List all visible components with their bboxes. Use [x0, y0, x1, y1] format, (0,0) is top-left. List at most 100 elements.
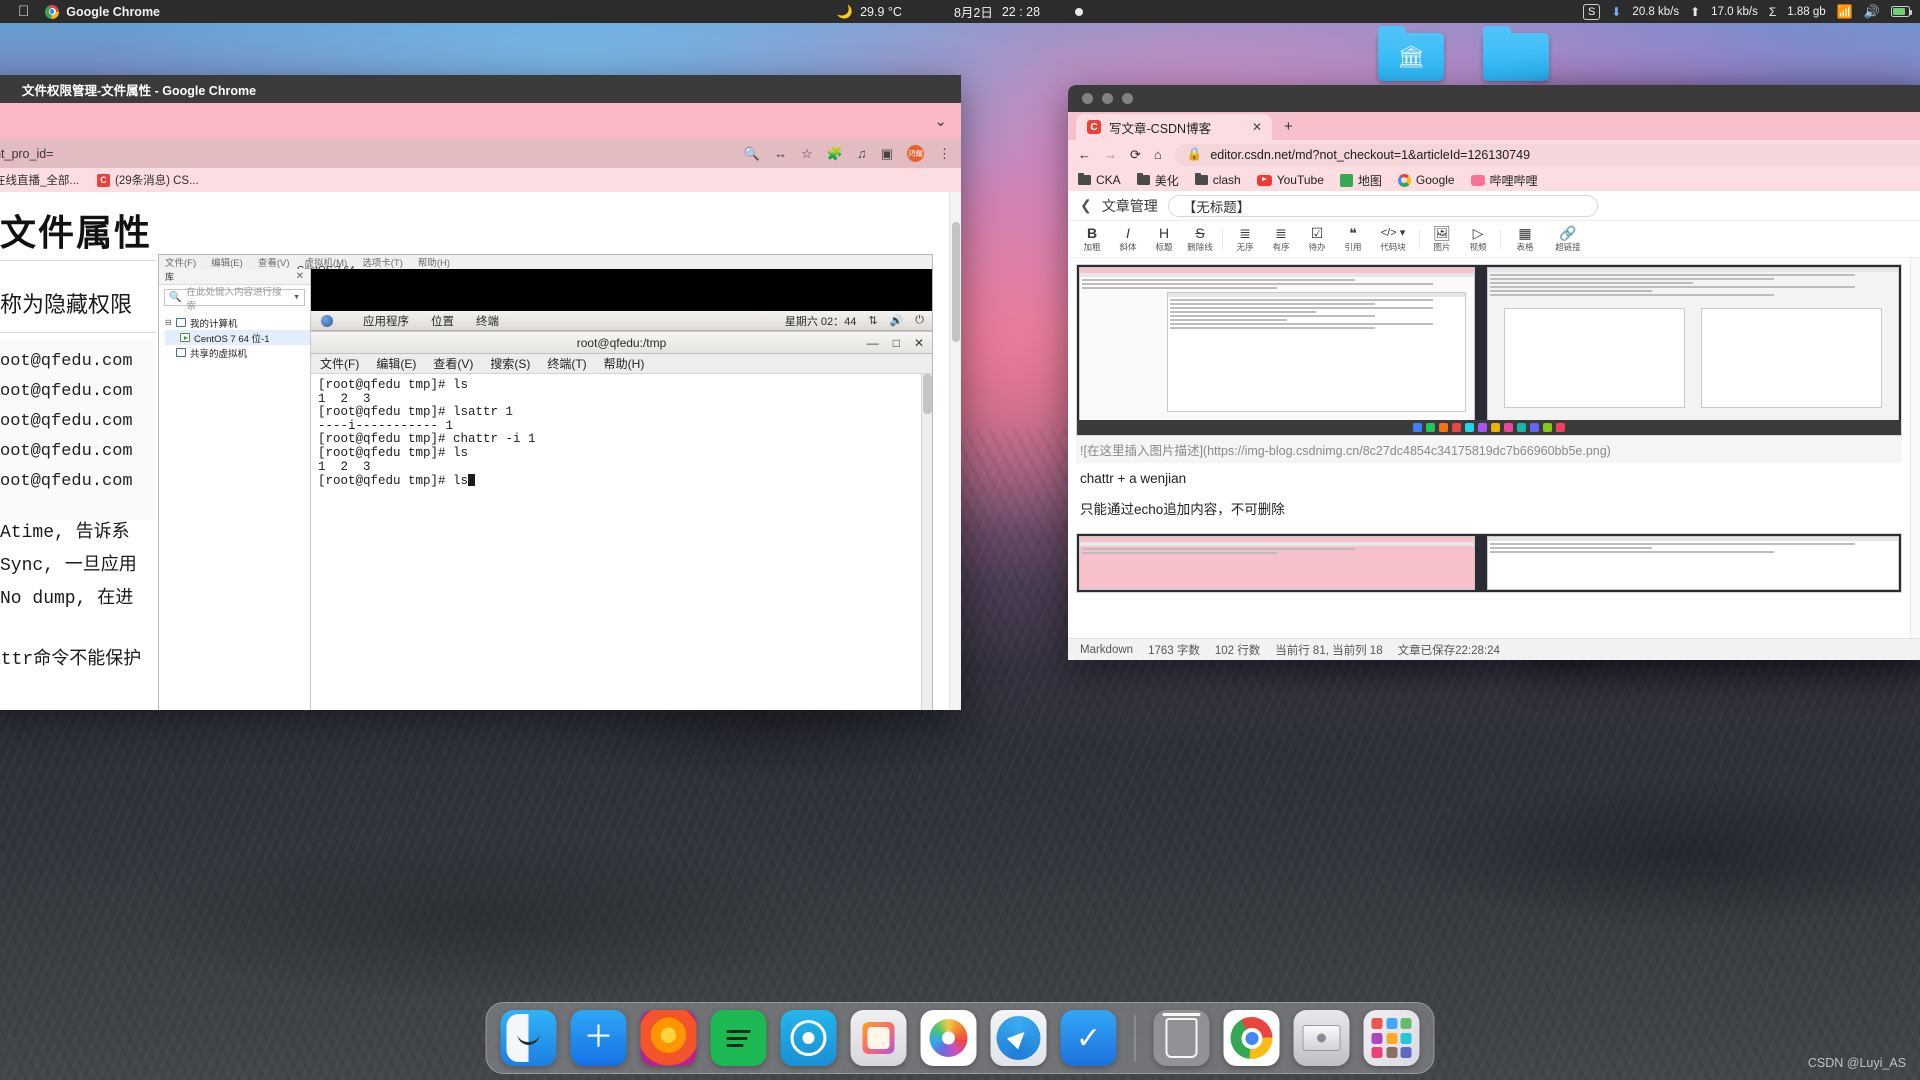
terminal-menu-edit[interactable]: 编辑(E)	[376, 355, 416, 372]
bookmark-maps[interactable]: 地图	[1339, 172, 1382, 189]
extensions-icon[interactable]: 🧩	[827, 146, 843, 162]
record-dot-icon[interactable]	[1075, 7, 1084, 16]
vmware-guest-screen[interactable]: 应用程序 位置 终端 星期六 02：44 ⇅ 🔊 ⏻ root@qfedu:/t…	[311, 269, 932, 710]
terminal-titlebar[interactable]: root@qfedu:/tmp — □ ✕	[311, 332, 932, 354]
bookmark-live[interactable]: ▶ 在线直播_全部...	[0, 172, 79, 188]
desktop-folder-bank[interactable]: 🏛	[1378, 26, 1444, 81]
toolbar-quote[interactable]: ❝ 引用	[1335, 226, 1371, 253]
dock-item-disk-utility[interactable]	[1293, 1010, 1350, 1066]
terminal-menubar[interactable]: 文件(F) 编辑(E) 查看(V) 搜索(S) 终端(T) 帮助(H)	[311, 354, 932, 374]
terminal-scrollbar[interactable]	[921, 374, 932, 710]
desktop-folder-plain[interactable]	[1483, 26, 1549, 81]
dock-item-sync[interactable]	[780, 1010, 837, 1066]
home-icon[interactable]: ⌂	[1154, 147, 1162, 162]
toolbar-unordered-list[interactable]: ≣ 无序	[1227, 226, 1263, 253]
sidepanel-icon[interactable]: ▣	[881, 146, 893, 162]
terminal-menu-file[interactable]: 文件(F)	[320, 355, 359, 372]
tab-csdn-editor[interactable]: C 写文章-CSDN博客 ✕	[1076, 114, 1272, 140]
close-icon[interactable]: ✕	[914, 336, 924, 350]
toolbar-image[interactable]: 🖼 图片	[1424, 226, 1460, 253]
toolbar-ordered-list[interactable]: ≣ 有序	[1263, 226, 1299, 253]
dock-item-chrome[interactable]	[1223, 1010, 1280, 1066]
scroll-lock-badge[interactable]: S	[1583, 3, 1601, 20]
scrollbar-thumb[interactable]	[923, 374, 932, 414]
chrome-left-bookmarks-bar[interactable]: ▶ 在线直播_全部... C (29条消息) CS...	[0, 168, 961, 192]
menu-icon[interactable]: ⋮	[938, 146, 951, 162]
gnome-top-panel[interactable]: 应用程序 位置 终端 星期六 02：44 ⇅ 🔊 ⏻	[311, 311, 932, 331]
dock-item-launchpad[interactable]	[1363, 1010, 1420, 1066]
chrome-window-right[interactable]: C 写文章-CSDN博客 ✕ + ← → ⟳ ⌂ 🔒 editor.csdn.n…	[1068, 85, 1920, 660]
dock-item-photos-alt[interactable]	[850, 1010, 907, 1066]
chrome-left-tabstrip[interactable]: ⌄	[0, 103, 961, 139]
bookmark-bilibili[interactable]: 哔哩哔哩	[1470, 172, 1538, 189]
toolbar-italic[interactable]: I 斜体	[1110, 226, 1146, 253]
media-icon[interactable]: ♫	[857, 146, 867, 161]
article-manager-link[interactable]: 文章管理	[1102, 196, 1158, 216]
dock-item-trash[interactable]	[1153, 1010, 1210, 1066]
bookmark-google[interactable]: Google	[1397, 173, 1455, 187]
csdn-editor-right-rail[interactable]: ▦ ◫ 👁 ⚙ ⤢ ▤	[1910, 258, 1920, 638]
wifi-icon[interactable]: 📶	[1837, 4, 1853, 20]
mac-dock[interactable]: ＋ ✓	[485, 1002, 1435, 1074]
markdown-image-syntax[interactable]: ![在这里插入图片描述](https://img-blog.csdnimg.cn…	[1076, 436, 1902, 463]
bookmark-youtube[interactable]: YouTube	[1256, 173, 1324, 187]
bookmark-meihua[interactable]: 美化	[1136, 172, 1179, 189]
page-scrollbar[interactable]	[949, 192, 961, 710]
new-tab-button[interactable]: +	[1284, 118, 1293, 135]
terminal-menu-help[interactable]: 帮助(H)	[604, 355, 645, 372]
vmware-tree-item-centos[interactable]: CentOS 7 64 位-1	[165, 330, 310, 345]
editor-body-line[interactable]: chattr + a wenjian	[1076, 463, 1902, 494]
dock-item-photos[interactable]	[920, 1010, 977, 1066]
embedded-screenshot-1[interactable]	[1076, 264, 1902, 436]
forward-icon[interactable]: →	[1104, 147, 1117, 162]
bookmark-clash[interactable]: clash	[1194, 172, 1241, 187]
vmware-tree[interactable]: ⊟ 我的计算机 CentOS 7 64 位-1 共享的虚拟机	[159, 310, 310, 360]
chevron-left-icon[interactable]: ❮	[1080, 197, 1092, 214]
network-icon[interactable]: ⇅	[868, 314, 877, 327]
chrome-right-titlebar[interactable]	[1068, 85, 1920, 112]
dock-item-safari[interactable]	[990, 1010, 1047, 1066]
dock-item-app-store[interactable]: ＋	[570, 1010, 627, 1066]
scrollbar-thumb[interactable]	[952, 222, 960, 342]
share-icon[interactable]: ↔	[774, 146, 787, 161]
toolbar-heading[interactable]: H 标题	[1146, 226, 1182, 253]
minimize-icon[interactable]: —	[867, 336, 879, 350]
close-traffic-light[interactable]	[1082, 93, 1093, 104]
chrome-right-bookmarks-bar[interactable]: CKA 美化 clash YouTube 地图 Google 哔哩哔哩	[1068, 169, 1920, 191]
vmware-tree-item-mycomputer[interactable]: ⊟ 我的计算机	[165, 315, 310, 330]
toolbar-bold[interactable]: B 加粗	[1074, 226, 1110, 253]
embedded-screenshot-2[interactable]	[1076, 533, 1902, 593]
vmware-menu-view[interactable]: 查看(V)	[258, 255, 290, 269]
dock-item-firefox[interactable]	[640, 1010, 697, 1066]
chrome-right-tabstrip[interactable]: C 写文章-CSDN博客 ✕ +	[1068, 112, 1920, 140]
csdn-editor-toolbar[interactable]: B 加粗 I 斜体 H 标题 S 删除线 ≣ 无序 ≣ 有序 ☑ 待办 ❝ 引用 </> ▾ 代码…	[1068, 221, 1920, 258]
maximize-icon[interactable]: □	[893, 336, 900, 350]
terminal-output[interactable]: [root@qfedu tmp]# ls 1 2 3 [root@qfedu t…	[311, 374, 932, 710]
dock-item-finder[interactable]	[500, 1010, 557, 1066]
toolbar-video[interactable]: ▷ 视频	[1460, 226, 1496, 253]
toolbar-task-list[interactable]: ☑ 待办	[1299, 226, 1335, 253]
bookmark-cka[interactable]: CKA	[1078, 172, 1121, 187]
back-icon[interactable]: ←	[1078, 147, 1091, 162]
vmware-window[interactable]: 文件(F) 编辑(E) 查看(V) 虚拟机(M) 选项卡(T) 帮助(H) Ce…	[158, 254, 933, 710]
vmware-search-input[interactable]: 🔍 在此处键入内容进行搜索 ▼	[164, 287, 305, 312]
chrome-right-toolbar[interactable]: ← → ⟳ ⌂ 🔒 editor.csdn.net/md?not_checkou…	[1068, 140, 1920, 169]
menubar-clock[interactable]: 8月2日 22 : 28	[954, 2, 1084, 21]
reload-icon[interactable]: ⟳	[1130, 147, 1141, 163]
article-title-input[interactable]: 【无标题】	[1167, 194, 1598, 217]
zoom-icon[interactable]: 🔍	[744, 146, 760, 162]
zoom-traffic-light[interactable]	[1122, 93, 1133, 104]
toolbar-link[interactable]: 🔗 超链接	[1545, 226, 1591, 253]
gnome-places[interactable]: 位置	[431, 313, 454, 329]
menubar-app-name[interactable]: Google Chrome	[45, 4, 174, 19]
power-icon[interactable]: ⏻	[915, 314, 924, 327]
vmware-sidebar[interactable]: 库 ✕ 🔍 在此处键入内容进行搜索 ▼ ⊟ 我的计算机 CentOS 7 64 …	[159, 269, 311, 710]
vmware-menu-file[interactable]: 文件(F)	[165, 255, 196, 269]
vmware-tree-item-shared[interactable]: 共享的虚拟机	[165, 345, 310, 360]
vmware-menu-edit[interactable]: 编辑(E)	[211, 255, 243, 269]
star-icon[interactable]: ☆	[801, 146, 813, 162]
speaker-icon[interactable]: 🔊	[1864, 4, 1880, 20]
profile-avatar[interactable]: 鸿耀	[907, 145, 924, 162]
vmware-menubar[interactable]: 文件(F) 编辑(E) 查看(V) 虚拟机(M) 选项卡(T) 帮助(H)	[159, 255, 932, 269]
chrome-window-left[interactable]: 文件权限管理-文件属性 - Google Chrome ⌄ arent_pro_…	[0, 75, 961, 710]
